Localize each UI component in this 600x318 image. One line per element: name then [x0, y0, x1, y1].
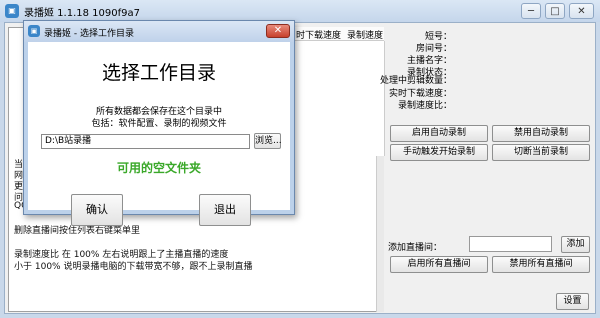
disable-auto-record-button[interactable]: 禁用自动录制 — [492, 125, 590, 142]
add-room-label: 添加直播间： — [388, 243, 443, 253]
switch-record-button[interactable]: 切断当前录制 — [492, 144, 590, 161]
dialog-title: 录播姬 - 选择工作目录 — [44, 29, 134, 39]
log-line: 小于 100% 说明录播电脑的下载带宽不够，跟不上录制直播 — [14, 262, 253, 272]
browse-button[interactable]: 浏览... — [254, 133, 282, 149]
disable-all-rooms-button[interactable]: 禁用所有直播间 — [492, 256, 590, 273]
room-grid[interactable] — [290, 41, 385, 156]
add-room-input[interactable] — [469, 236, 552, 252]
select-workdir-dialog: ▣ 录播姬 - 选择工作目录 ✕ 选择工作目录 所有数据都会保存在这个目录中 包… — [23, 20, 295, 226]
info-label-processing: 处理中剪辑数量： — [379, 76, 452, 86]
window-title: 录播姬 1.1.18 1090f9a7 — [24, 8, 140, 19]
dialog-heading: 选择工作目录 — [101, 62, 216, 84]
enable-auto-record-button[interactable]: 启用自动录制 — [390, 125, 488, 142]
add-room-button[interactable]: 添加 — [561, 236, 590, 253]
confirm-button[interactable]: 确认 — [71, 194, 123, 226]
maximize-button[interactable]: □ — [545, 3, 565, 19]
minimize-button[interactable]: ─ — [521, 3, 541, 19]
grid-column-header[interactable]: 录制速度 — [347, 28, 383, 41]
enable-all-rooms-button[interactable]: 启用所有直播间 — [390, 256, 488, 273]
close-button[interactable]: ✕ — [569, 3, 594, 19]
workdir-path-input[interactable]: D:\B站录播 — [41, 134, 250, 149]
dialog-body: 选择工作目录 所有数据都会保存在这个目录中 包括：软件配置、录制的视频文件 D:… — [28, 42, 290, 226]
dialog-close-button[interactable]: ✕ — [266, 24, 290, 38]
exit-button[interactable]: 退出 — [199, 194, 251, 226]
grid-column-header[interactable]: 时下载速度 — [296, 28, 341, 41]
manual-start-record-button[interactable]: 手动触发开始录制 — [390, 144, 488, 161]
dialog-description: 包括：软件配置、录制的视频文件 — [91, 119, 227, 129]
info-label-record-ratio: 录制速度比： — [397, 101, 452, 111]
dialog-app-icon: ▣ — [28, 25, 40, 37]
settings-button[interactable]: 设置 — [556, 293, 589, 310]
room-grid-header: 时下载速度 录制速度 — [290, 27, 384, 41]
folder-status-text: 可用的空文件夹 — [116, 161, 201, 175]
app-icon: ▣ — [5, 4, 19, 18]
